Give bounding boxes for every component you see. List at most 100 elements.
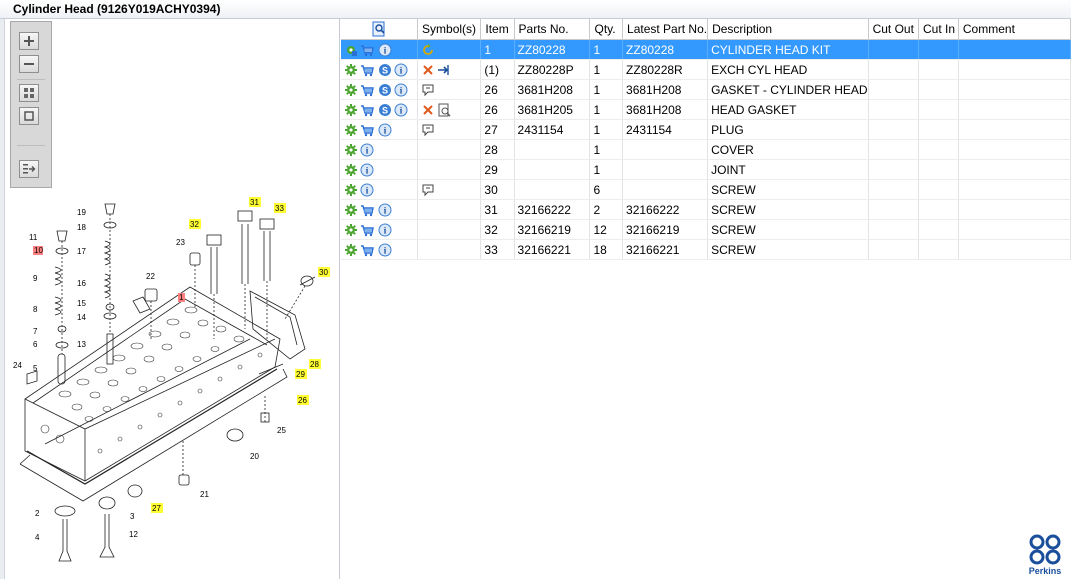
refresh-icon[interactable] bbox=[421, 43, 435, 57]
parts-no-cell[interactable]: 32166221 bbox=[514, 239, 591, 260]
parts-no-cell[interactable] bbox=[514, 159, 591, 180]
item-cell[interactable]: 30 bbox=[480, 179, 515, 200]
cart-icon[interactable] bbox=[360, 83, 376, 97]
gear-icon[interactable] bbox=[344, 63, 358, 77]
note-callout-icon[interactable] bbox=[421, 83, 435, 97]
cut-out-cell[interactable] bbox=[868, 59, 920, 80]
qty-cell[interactable]: 1 bbox=[589, 79, 624, 100]
info-icon[interactable]: i bbox=[360, 183, 374, 197]
zoom-out-button[interactable] bbox=[19, 55, 39, 73]
comment-cell[interactable] bbox=[958, 79, 1071, 100]
qty-cell[interactable]: 1 bbox=[589, 119, 624, 140]
gear-icon[interactable] bbox=[344, 43, 358, 57]
qty-cell[interactable]: 2 bbox=[589, 199, 624, 220]
part-tools-cell[interactable]: Si bbox=[341, 99, 419, 120]
comment-cell[interactable] bbox=[958, 119, 1071, 140]
cut-out-cell[interactable] bbox=[868, 99, 920, 120]
description-cell[interactable]: JOINT bbox=[707, 159, 869, 180]
comment-cell[interactable] bbox=[958, 59, 1071, 80]
description-cell[interactable]: CYLINDER HEAD KIT bbox=[707, 39, 869, 60]
parts-no-cell[interactable] bbox=[514, 179, 591, 200]
part-tools-cell[interactable]: i bbox=[341, 199, 419, 220]
s-badge-icon[interactable]: S bbox=[378, 103, 392, 117]
qty-cell[interactable]: 1 bbox=[589, 39, 624, 60]
cut-out-cell[interactable] bbox=[868, 119, 920, 140]
description-cell[interactable]: SCREW bbox=[707, 219, 869, 240]
parts-no-cell[interactable]: ZZ80228P bbox=[514, 59, 591, 80]
gear-icon[interactable] bbox=[344, 143, 358, 157]
cut-in-cell[interactable] bbox=[918, 219, 959, 240]
latest-part-no-cell[interactable]: ZZ80228 bbox=[622, 39, 709, 60]
table-row[interactable]: i 27 2431154 1 2431154 PLUG bbox=[341, 119, 1071, 140]
symbols-cell[interactable] bbox=[417, 239, 482, 260]
table-row[interactable]: Si 26 3681H208 1 3681H208 GASKET - CYLINDER H… bbox=[341, 79, 1071, 100]
cut-out-cell[interactable] bbox=[868, 159, 920, 180]
comment-cell[interactable] bbox=[958, 39, 1071, 60]
part-tools-cell[interactable]: i bbox=[341, 159, 419, 180]
latest-part-no-cell[interactable] bbox=[622, 159, 709, 180]
symbols-cell[interactable] bbox=[417, 59, 482, 80]
remove-cross-icon[interactable] bbox=[421, 63, 435, 77]
comment-cell[interactable] bbox=[958, 179, 1071, 200]
item-cell[interactable]: 26 bbox=[480, 79, 515, 100]
comment-cell[interactable] bbox=[958, 139, 1071, 160]
column-header-symbols[interactable]: Symbol(s) bbox=[417, 19, 482, 40]
gear-icon[interactable] bbox=[344, 223, 358, 237]
item-cell[interactable]: 32 bbox=[480, 219, 515, 240]
cut-in-cell[interactable] bbox=[918, 139, 959, 160]
symbols-cell[interactable] bbox=[417, 119, 482, 140]
parts-no-cell[interactable]: 32166219 bbox=[514, 219, 591, 240]
latest-part-no-cell[interactable]: 3681H208 bbox=[622, 79, 709, 100]
latest-part-no-cell[interactable]: 32166221 bbox=[622, 239, 709, 260]
cut-out-cell[interactable] bbox=[868, 239, 920, 260]
qty-cell[interactable]: 1 bbox=[589, 59, 624, 80]
cut-in-cell[interactable] bbox=[918, 59, 959, 80]
cut-in-cell[interactable] bbox=[918, 99, 959, 120]
item-cell[interactable]: 31 bbox=[480, 199, 515, 220]
comment-cell[interactable] bbox=[958, 219, 1071, 240]
parts-no-cell[interactable] bbox=[514, 139, 591, 160]
latest-part-no-cell[interactable] bbox=[622, 139, 709, 160]
comment-cell[interactable] bbox=[958, 199, 1071, 220]
find-doc-icon[interactable] bbox=[437, 103, 451, 117]
symbols-cell[interactable] bbox=[417, 179, 482, 200]
cut-in-cell[interactable] bbox=[918, 39, 959, 60]
column-header-latest-part-no[interactable]: Latest Part No. bbox=[622, 19, 709, 40]
description-cell[interactable]: GASKET - CYLINDER HEAD bbox=[707, 79, 869, 100]
gear-icon[interactable] bbox=[344, 123, 358, 137]
comment-cell[interactable] bbox=[958, 239, 1071, 260]
comment-cell[interactable] bbox=[958, 159, 1071, 180]
item-cell[interactable]: (1) bbox=[480, 59, 515, 80]
remove-cross-icon[interactable] bbox=[421, 103, 435, 117]
latest-part-no-cell[interactable]: ZZ80228R bbox=[622, 59, 709, 80]
s-badge-icon[interactable]: S bbox=[378, 63, 392, 77]
table-row[interactable]: i 33 32166221 18 32166221 SCREW bbox=[341, 239, 1071, 260]
symbols-cell[interactable] bbox=[417, 159, 482, 180]
column-header-description[interactable]: Description bbox=[707, 19, 869, 40]
qty-cell[interactable]: 12 bbox=[589, 219, 624, 240]
parts-no-cell[interactable]: 32166222 bbox=[514, 199, 591, 220]
part-tools-cell[interactable]: i bbox=[341, 239, 419, 260]
qty-cell[interactable]: 1 bbox=[589, 139, 624, 160]
column-header-cut-in[interactable]: Cut In bbox=[918, 19, 959, 40]
cut-in-cell[interactable] bbox=[918, 119, 959, 140]
description-cell[interactable]: SCREW bbox=[707, 199, 869, 220]
item-cell[interactable]: 33 bbox=[480, 239, 515, 260]
zoom-in-button[interactable] bbox=[19, 32, 39, 50]
part-tools-cell[interactable]: i bbox=[341, 179, 419, 200]
qty-cell[interactable]: 6 bbox=[589, 179, 624, 200]
column-header-item[interactable]: Item bbox=[480, 19, 515, 40]
cart-icon[interactable] bbox=[360, 43, 376, 57]
cut-out-cell[interactable] bbox=[868, 139, 920, 160]
symbols-cell[interactable] bbox=[417, 79, 482, 100]
symbols-cell[interactable] bbox=[417, 139, 482, 160]
table-row[interactable]: Si 26 3681H205 1 3681H208 HEAD GASKET bbox=[341, 99, 1071, 120]
cut-out-cell[interactable] bbox=[868, 179, 920, 200]
parts-no-cell[interactable]: 3681H205 bbox=[514, 99, 591, 120]
description-cell[interactable]: SCREW bbox=[707, 239, 869, 260]
cut-out-cell[interactable] bbox=[868, 39, 920, 60]
cart-icon[interactable] bbox=[360, 103, 376, 117]
table-row[interactable]: i 32 32166219 12 32166219 SCREW bbox=[341, 219, 1071, 240]
note-callout-icon[interactable] bbox=[421, 183, 435, 197]
latest-part-no-cell[interactable]: 3681H208 bbox=[622, 99, 709, 120]
